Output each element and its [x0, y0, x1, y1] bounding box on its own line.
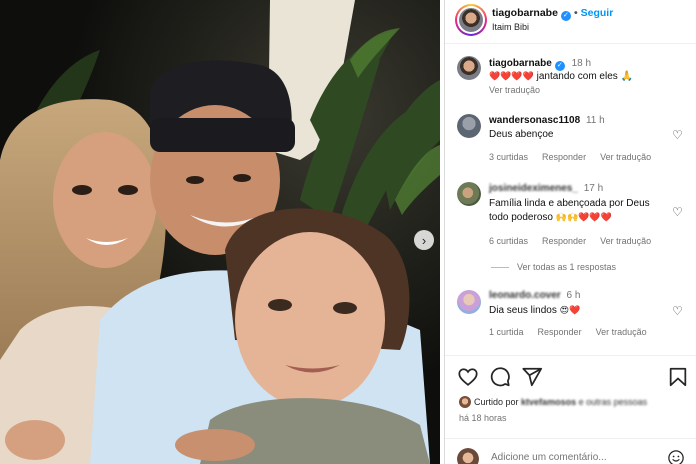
translate-link[interactable]: Ver tradução: [596, 327, 647, 337]
comment-likes[interactable]: 1 curtida: [489, 327, 524, 337]
comment-avatar[interactable]: [457, 290, 481, 314]
caption-avatar[interactable]: [457, 56, 481, 80]
heart-icon[interactable]: [457, 366, 479, 388]
caption-hearts: ❤️❤️❤️❤️: [489, 71, 534, 81]
comment-username[interactable]: leonardo.cover: [489, 290, 561, 301]
comment-text: Deus abençoe: [489, 129, 554, 140]
family-photo-image: [0, 0, 440, 464]
actions-divider: [445, 355, 696, 356]
caption-text: jantando com eles: [536, 71, 618, 82]
comment-likes[interactable]: 3 curtidas: [489, 152, 528, 162]
reply-link[interactable]: Responder: [542, 236, 586, 246]
liked-by-others-link[interactable]: e outras pessoas: [579, 397, 648, 407]
comment-text: Dia seus lindos: [489, 305, 557, 316]
liker-username[interactable]: ktvefamosos: [521, 397, 576, 407]
location-link[interactable]: Itaim Bibi: [492, 22, 529, 32]
translate-link[interactable]: Ver tradução: [600, 152, 651, 162]
caption-time: 18 h: [571, 58, 592, 69]
liker-avatar: [459, 396, 471, 408]
next-photo-button[interactable]: ›: [414, 230, 434, 250]
comment-avatar[interactable]: [457, 114, 481, 138]
smiley-icon[interactable]: [667, 449, 685, 464]
comment-item: leonardo.cover 6 h: [489, 290, 580, 301]
post-actions-bar: [457, 366, 687, 388]
chevron-right-icon: ›: [421, 232, 427, 248]
comment-text: Família linda e abençoada por Deus: [489, 198, 650, 209]
like-comment-heart-icon[interactable]: ♡: [672, 206, 684, 218]
author-avatar[interactable]: [455, 4, 487, 36]
comment-box-divider: [445, 438, 696, 439]
caption-username[interactable]: tiagobarnabe: [489, 58, 552, 69]
comment-time: 17 h: [583, 183, 604, 194]
bookmark-icon[interactable]: [667, 366, 689, 388]
translate-link[interactable]: Ver tradução: [600, 236, 651, 246]
comment-icon[interactable]: [489, 366, 511, 388]
current-user-avatar: [457, 448, 479, 464]
like-comment-heart-icon[interactable]: ♡: [672, 305, 684, 317]
add-comment-row: [457, 448, 689, 464]
post-timestamp: há 18 horas: [459, 413, 507, 423]
comment-emoji: 😍❤️: [559, 305, 581, 315]
like-comment-heart-icon[interactable]: ♡: [672, 129, 684, 141]
comment-text: todo poderoso: [489, 212, 553, 223]
reply-link[interactable]: Responder: [538, 327, 582, 337]
verified-badge-icon: ✓: [554, 61, 565, 71]
comment-username[interactable]: josineideximenes_: [489, 183, 578, 194]
comment-likes[interactable]: 6 curtidas: [489, 236, 528, 246]
see-translation-link[interactable]: Ver tradução: [489, 85, 540, 95]
author-username[interactable]: tiagobarnabe: [492, 7, 558, 19]
comment-emoji: 🙌🙌❤️❤️❤️: [555, 212, 612, 222]
comment-time: 6 h: [566, 290, 581, 301]
view-replies-link[interactable]: Ver todas as 1 respostas: [491, 262, 616, 272]
reply-link[interactable]: Responder: [542, 152, 586, 162]
verified-badge-icon: ✓: [560, 11, 571, 21]
comment-avatar[interactable]: [457, 182, 481, 206]
post-header: tiagobarnabe ✓ • Seguir Itaim Bibi: [445, 0, 696, 44]
post-side-panel: tiagobarnabe ✓ • Seguir Itaim Bibi tiagobar…: [444, 0, 696, 464]
add-comment-input[interactable]: [491, 452, 641, 463]
follow-button[interactable]: Seguir: [581, 7, 614, 19]
post-photo[interactable]: ›: [0, 0, 440, 464]
liked-by-text: Curtido por ktvefamosos e outras pessoas: [459, 396, 647, 408]
caption-emoji: 🙏: [620, 71, 634, 82]
comment-username[interactable]: wandersonasc1108: [489, 115, 580, 126]
share-icon[interactable]: [521, 366, 543, 388]
comment-item: josineideximenes_ 17 h: [489, 183, 603, 194]
comment-time: 11 h: [585, 115, 605, 126]
comment-item: wandersonasc1108 11 h: [489, 115, 605, 126]
